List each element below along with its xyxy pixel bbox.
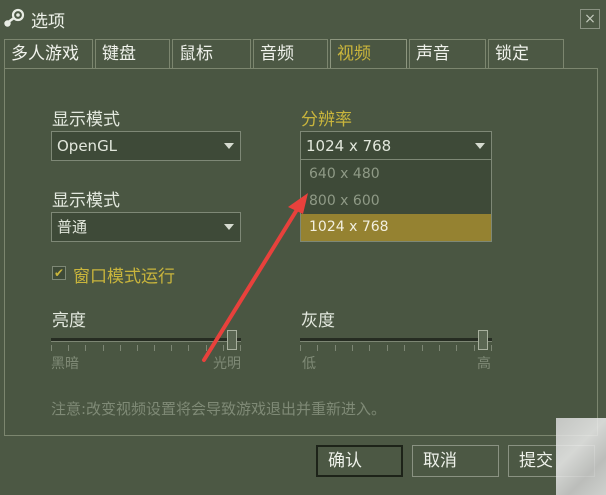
annotation-arrow-icon [202,193,308,362]
blurred-corner [556,418,606,495]
